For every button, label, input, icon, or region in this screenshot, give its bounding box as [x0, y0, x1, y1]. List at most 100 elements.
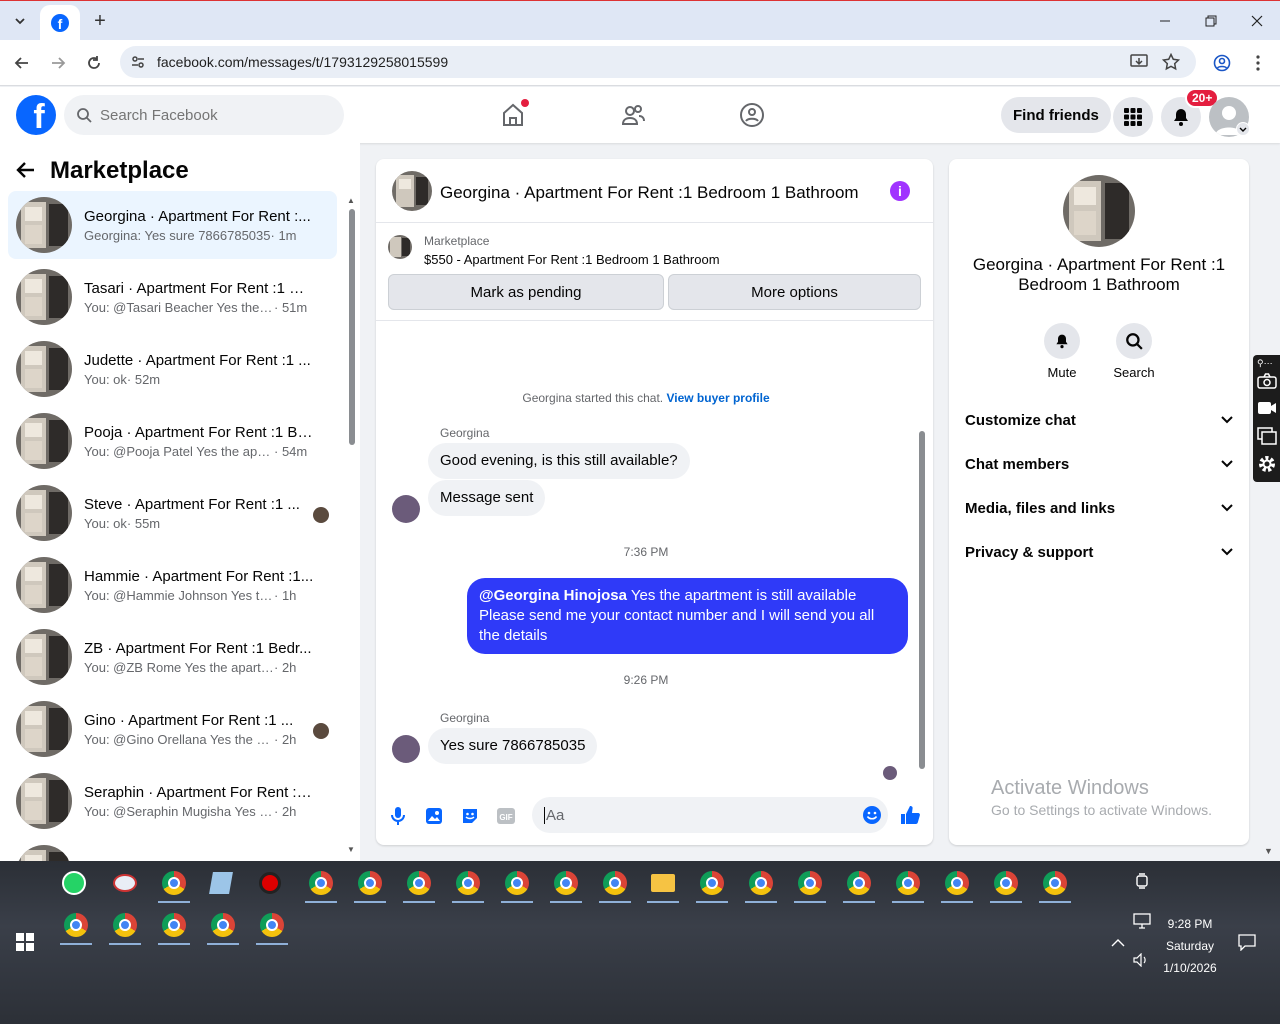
- restore-button[interactable]: [1188, 1, 1234, 41]
- file-explorer-taskbar-icon[interactable]: [643, 863, 683, 903]
- search-action[interactable]: Search: [1104, 323, 1164, 380]
- chrome-taskbar-icon[interactable]: [790, 863, 830, 903]
- notepad-taskbar-icon[interactable]: [201, 863, 241, 903]
- tab-search-dropdown-icon[interactable]: [8, 9, 32, 33]
- chrome-taskbar-icon[interactable]: [350, 863, 390, 903]
- gif-icon[interactable]: GIF: [495, 805, 517, 827]
- photo-icon[interactable]: [423, 805, 445, 827]
- forward-button[interactable]: [46, 51, 70, 75]
- whatsapp-taskbar-icon[interactable]: [54, 863, 94, 903]
- windows-icon[interactable]: [1257, 427, 1277, 445]
- chrome-taskbar-icon[interactable]: [105, 905, 145, 945]
- network-icon[interactable]: [1133, 913, 1151, 932]
- message-input[interactable]: Aa: [532, 797, 888, 833]
- video-icon[interactable]: [1257, 401, 1277, 415]
- volume-icon[interactable]: [1133, 952, 1149, 970]
- mention[interactable]: @Georgina Hinojosa: [479, 587, 627, 604]
- back-arrow-icon[interactable]: [16, 160, 36, 183]
- menu-grid-button[interactable]: [1113, 97, 1153, 137]
- chat-list-item[interactable]: Georgina · Apartment For Rent :... Georgi…: [8, 191, 337, 259]
- search-input[interactable]: [100, 106, 320, 124]
- sticker-icon[interactable]: [459, 805, 481, 827]
- chat-list-item[interactable]: Gino · Apartment For Rent :1 ... You: @Gi…: [8, 695, 337, 763]
- conversation-scrollbar-thumb[interactable]: [919, 431, 925, 769]
- view-buyer-profile-link[interactable]: View buyer profile: [666, 391, 769, 405]
- info-icon[interactable]: i: [890, 181, 910, 201]
- chrome-taskbar-icon[interactable]: [986, 863, 1026, 903]
- chat-list-item[interactable]: Tasari · Apartment For Rent :1 Be... You:…: [8, 263, 337, 331]
- conversation-title[interactable]: Georgina · Apartment For Rent :1 Bedroom…: [440, 183, 859, 203]
- chrome-taskbar-icon[interactable]: [154, 863, 194, 903]
- browser-menu-button[interactable]: [1246, 51, 1270, 75]
- facebook-logo[interactable]: f: [16, 95, 56, 135]
- message-bubble[interactable]: Message sent: [428, 480, 546, 516]
- paint-taskbar-icon[interactable]: [105, 863, 145, 903]
- find-friends-button[interactable]: Find friends: [1001, 97, 1111, 133]
- details-row[interactable]: Chat members: [965, 444, 1233, 484]
- chat-list-item[interactable]: Steve · Apartment For Rent :1 ... You: ok…: [8, 479, 337, 547]
- chrome-taskbar-icon[interactable]: [595, 863, 635, 903]
- conversation-avatar[interactable]: [392, 171, 432, 211]
- chrome-taskbar-icon[interactable]: [1035, 863, 1075, 903]
- left-scrollbar[interactable]: [347, 195, 355, 845]
- sender-avatar[interactable]: [392, 495, 420, 523]
- chrome-taskbar-icon[interactable]: [203, 905, 243, 945]
- notification-center-icon[interactable]: [1238, 933, 1256, 954]
- chrome-taskbar-icon[interactable]: [56, 905, 96, 945]
- mark-as-pending-button[interactable]: Mark as pending: [388, 274, 664, 310]
- address-bar[interactable]: facebook.com/messages/t/1793129258015599: [120, 46, 1196, 78]
- tray-chevron-up-icon[interactable]: [1111, 935, 1125, 951]
- chrome-taskbar-icon[interactable]: [301, 863, 341, 903]
- details-row[interactable]: Privacy & support: [965, 532, 1233, 572]
- chrome-taskbar-icon[interactable]: [252, 905, 292, 945]
- scroll-down-arrow-icon[interactable]: ▼: [347, 845, 355, 854]
- task-view-icon[interactable]: [1135, 873, 1149, 892]
- more-options-button[interactable]: More options: [668, 274, 921, 310]
- chat-list-item[interactable]: Judette · Apartment For Rent :1 ... You: …: [8, 335, 337, 403]
- chrome-taskbar-icon[interactable]: [839, 863, 879, 903]
- scroll-up-arrow-icon[interactable]: ▲: [347, 196, 355, 205]
- minimize-button[interactable]: [1142, 1, 1188, 41]
- chat-list-item[interactable]: Seraphin · Apartment For Rent :1... You: …: [8, 767, 337, 835]
- tab-facebook[interactable]: f: [40, 5, 80, 41]
- install-app-icon[interactable]: [1130, 54, 1148, 73]
- thumbs-up-icon[interactable]: [899, 804, 921, 826]
- recorder-taskbar-icon[interactable]: [250, 863, 290, 903]
- message-bubble[interactable]: Yes sure 7866785035: [428, 728, 598, 764]
- facebook-search[interactable]: [64, 95, 344, 135]
- new-tab-button[interactable]: +: [88, 9, 112, 33]
- start-button[interactable]: [16, 933, 34, 954]
- chrome-taskbar-icon[interactable]: [888, 863, 928, 903]
- sender-avatar[interactable]: [392, 735, 420, 763]
- chrome-taskbar-icon[interactable]: [399, 863, 439, 903]
- chrome-taskbar-icon[interactable]: [937, 863, 977, 903]
- gear-icon[interactable]: [1257, 454, 1277, 474]
- chrome-taskbar-icon[interactable]: [741, 863, 781, 903]
- camera-icon[interactable]: [1257, 373, 1277, 389]
- listing-thumbnail[interactable]: [388, 235, 412, 259]
- profile-button[interactable]: [1210, 51, 1234, 75]
- account-chevron-icon[interactable]: [1236, 122, 1250, 136]
- system-clock[interactable]: 9:28 PM Saturday 1/10/2026: [1150, 913, 1230, 979]
- chrome-taskbar-icon[interactable]: [448, 863, 488, 903]
- left-scrollbar-thumb[interactable]: [349, 209, 355, 445]
- chrome-taskbar-icon[interactable]: [546, 863, 586, 903]
- back-button[interactable]: [10, 51, 34, 75]
- details-row[interactable]: Customize chat: [965, 400, 1233, 440]
- friends-nav[interactable]: [617, 99, 649, 131]
- site-info-icon[interactable]: [130, 54, 146, 73]
- close-window-button[interactable]: [1234, 1, 1280, 41]
- chrome-taskbar-icon[interactable]: [497, 863, 537, 903]
- emoji-icon[interactable]: [862, 805, 882, 829]
- conversation-scrollbar[interactable]: [917, 329, 927, 779]
- chat-list-item[interactable]: ZB · Apartment For Rent :1 Bedr... You: @…: [8, 623, 337, 691]
- chat-list-item[interactable]: Hammie · Apartment For Rent :1... You: @H…: [8, 551, 337, 619]
- url-text[interactable]: facebook.com/messages/t/1793129258015599: [157, 54, 448, 70]
- bookmark-star-icon[interactable]: [1161, 52, 1181, 74]
- chrome-taskbar-icon[interactable]: [154, 905, 194, 945]
- page-scroll-down-arrow-icon[interactable]: ▼: [1264, 846, 1280, 858]
- listing-title[interactable]: $550 - Apartment For Rent :1 Bedroom 1 B…: [424, 252, 720, 267]
- microphone-icon[interactable]: [387, 805, 409, 827]
- mute-action[interactable]: Mute: [1032, 323, 1092, 380]
- message-bubble[interactable]: Good evening, is this still available?: [428, 443, 690, 479]
